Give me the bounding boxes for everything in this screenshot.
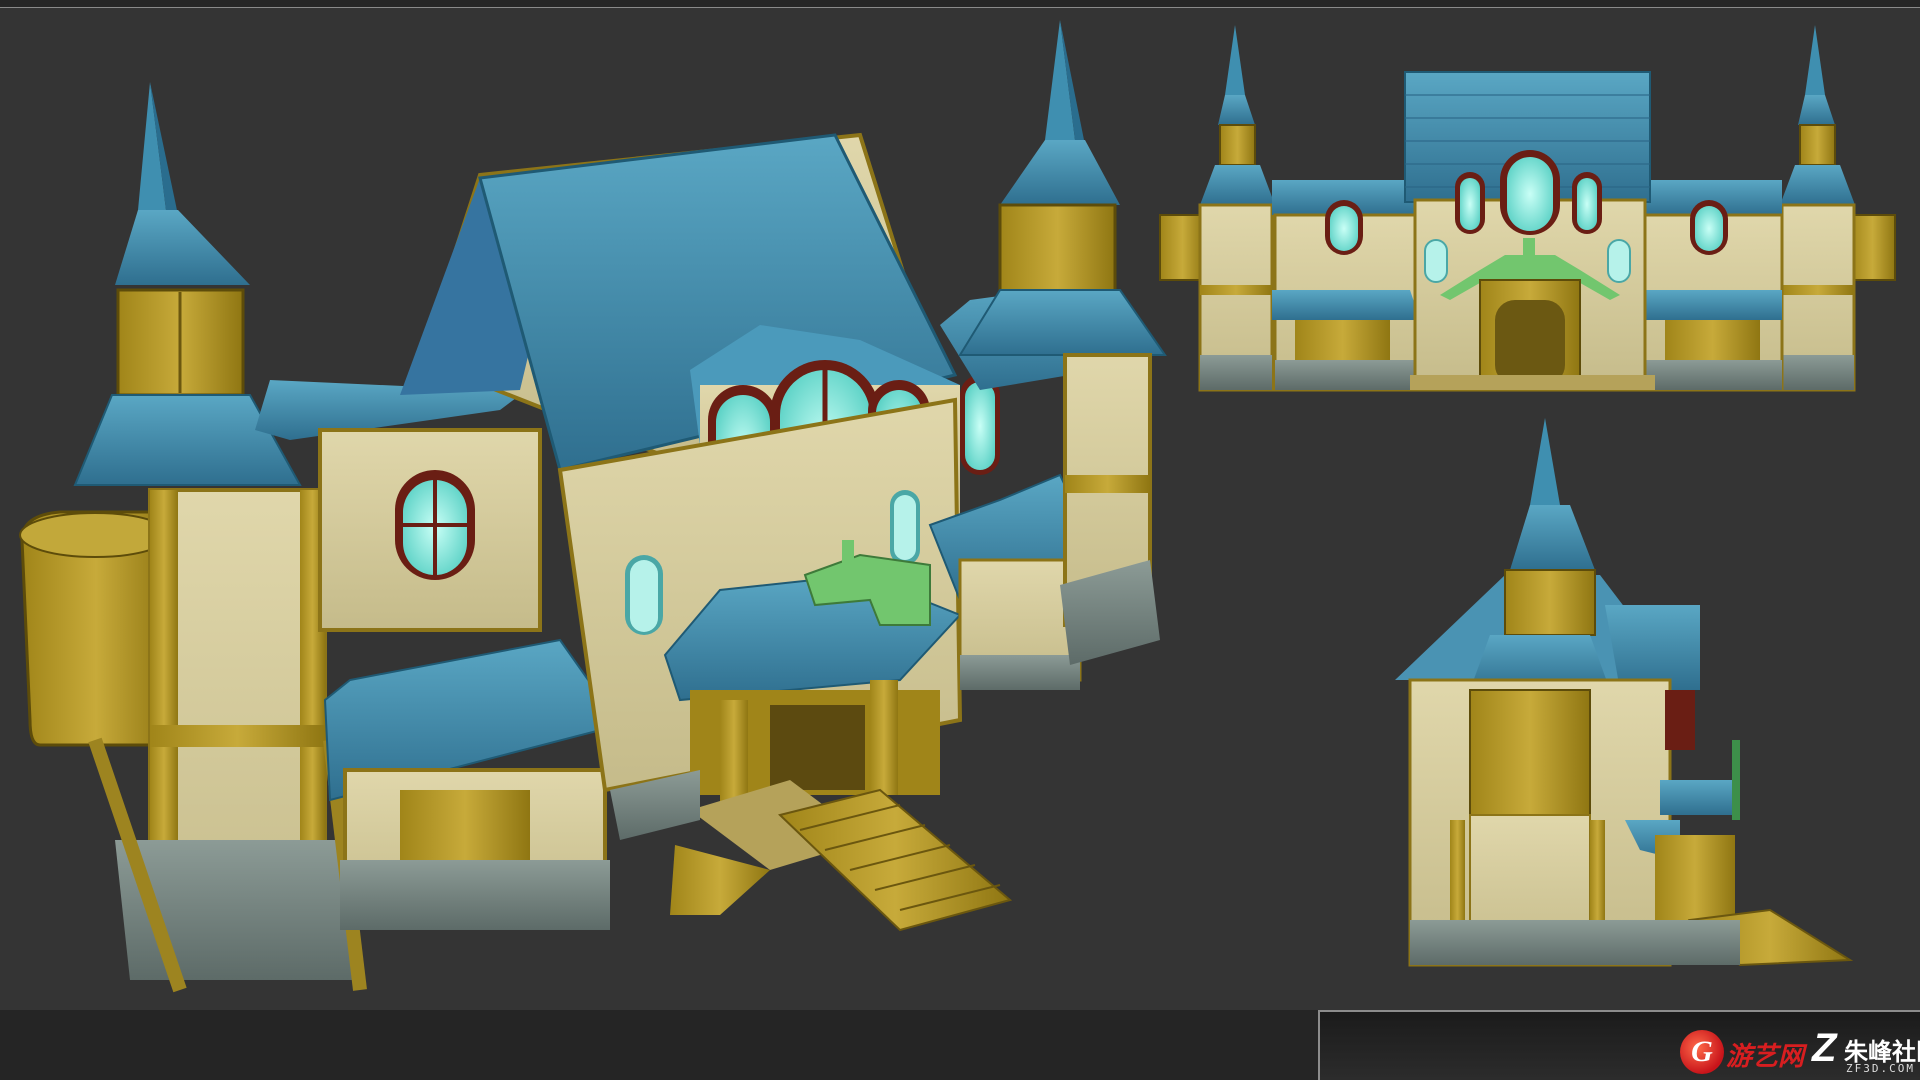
watermark-z-icon: Z [1812,1026,1837,1070]
side-view [1395,418,1854,967]
watermark-panel: G 游艺网 Z 朱峰社区 ZF3D.COM [1318,1010,1920,1080]
front-view [1159,25,1896,392]
right-wing [928,20,1167,690]
left-tower [19,82,367,993]
watermark-site-name-1: 游艺网 [1726,1042,1805,1072]
perspective-view [19,20,1167,993]
watermark-g-icon: G [1680,1030,1724,1074]
watermark-url: ZF3D.COM [1846,1062,1915,1075]
building-renders [19,20,1896,993]
watermark-logo: G 游艺网 Z 朱峰社区 ZF3D.COM [1680,1026,1920,1076]
